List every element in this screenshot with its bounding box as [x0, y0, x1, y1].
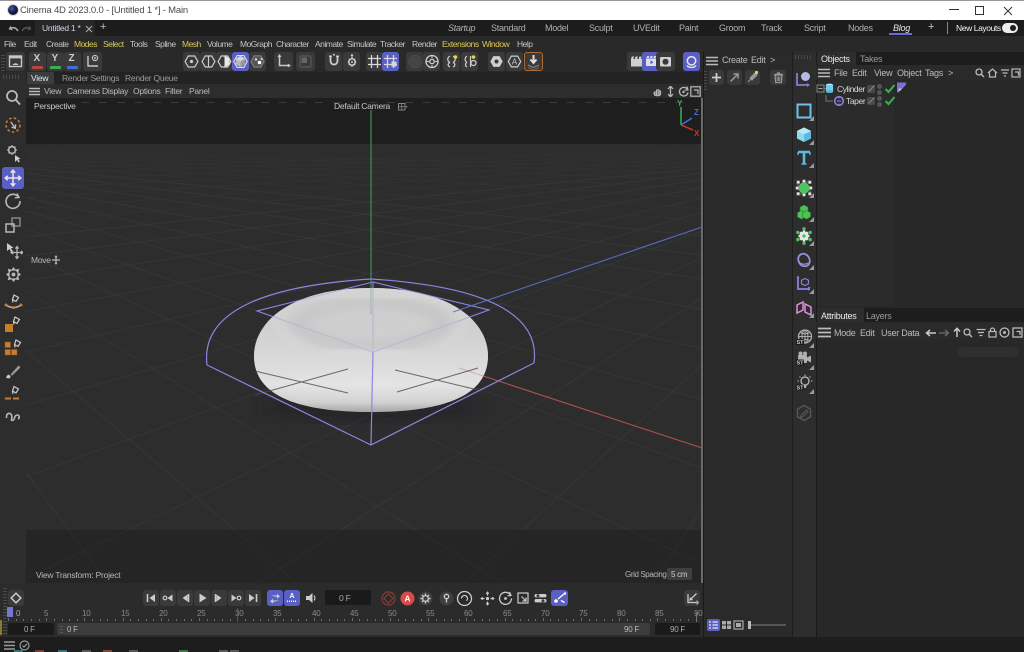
svg-text:A: A [512, 58, 518, 67]
svg-text:ST: ST [796, 340, 804, 346]
svg-text:ST: ST [796, 361, 804, 367]
svg-text:Y: Y [677, 99, 683, 108]
svg-text:Z: Z [694, 108, 699, 117]
svg-text:A: A [289, 593, 294, 600]
svg-text:ST: ST [796, 386, 804, 392]
svg-text:A: A [404, 594, 410, 604]
svg-text:X: X [694, 129, 700, 138]
